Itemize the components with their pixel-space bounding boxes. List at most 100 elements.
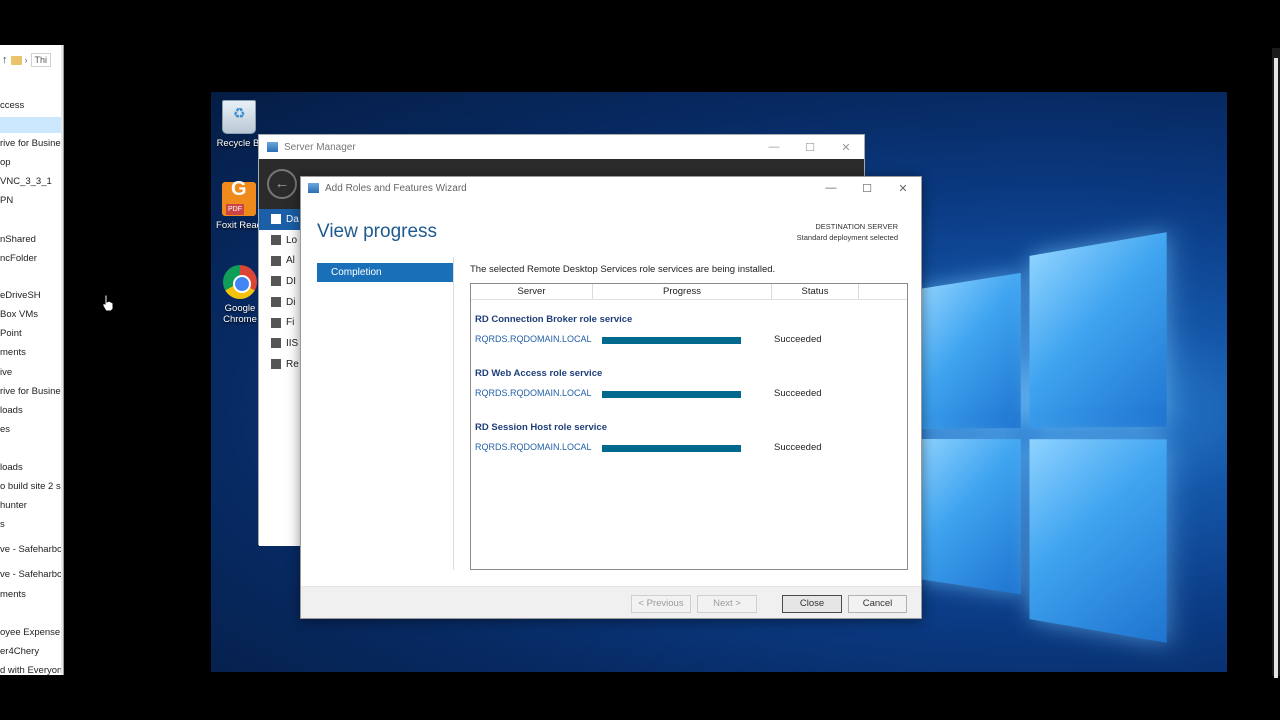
close-button[interactable]: Close bbox=[782, 595, 842, 613]
nav-pane-item[interactable]: PN bbox=[0, 193, 64, 209]
nav-pane-item[interactable]: d with Everyone bbox=[0, 663, 64, 675]
address-breadcrumb[interactable]: Thi bbox=[31, 53, 52, 67]
role-service-heading: RD Web Access role service bbox=[475, 368, 602, 379]
window-title: Server Manager bbox=[284, 142, 356, 153]
nav-pane-item[interactable]: er4Chery bbox=[0, 644, 64, 660]
sm-nav-item[interactable]: Lo bbox=[259, 230, 301, 251]
close-icon[interactable]: ✕ bbox=[828, 141, 864, 154]
wizard-footer: < Previous Next > Close Cancel bbox=[301, 586, 921, 618]
sm-nav-label: Re bbox=[286, 359, 299, 370]
sm-nav-label: Di bbox=[286, 297, 295, 308]
role-service-heading: RD Session Host role service bbox=[475, 422, 607, 433]
nav-pane-item[interactable]: ve - Safeharbou bbox=[0, 542, 64, 558]
column-header-status[interactable]: Status bbox=[772, 284, 859, 299]
server-group-icon bbox=[271, 297, 281, 307]
sm-nav-label: Lo bbox=[286, 235, 297, 246]
maximize-icon[interactable]: ☐ bbox=[849, 182, 885, 195]
progress-bar bbox=[602, 445, 741, 452]
destination-label: DESTINATION SERVER bbox=[797, 221, 898, 232]
cancel-button[interactable]: Cancel bbox=[848, 595, 907, 613]
nav-pane-item[interactable]: nShared bbox=[0, 232, 64, 248]
sm-nav-item[interactable]: Re bbox=[259, 354, 301, 375]
sm-nav-item[interactable]: DI bbox=[259, 271, 301, 292]
progress-bar-fill bbox=[602, 337, 741, 344]
column-header-progress[interactable]: Progress bbox=[593, 284, 772, 299]
progress-bar bbox=[602, 337, 741, 344]
server-group-icon bbox=[271, 276, 281, 286]
nav-pane-item[interactable]: hunter bbox=[0, 498, 64, 514]
nav-pane-item[interactable]: ve - Safeharbou bbox=[0, 567, 64, 583]
nav-pane-item[interactable]: s bbox=[0, 517, 64, 533]
nav-pane-item[interactable]: Point bbox=[0, 326, 64, 342]
install-message: The selected Remote Desktop Services rol… bbox=[470, 264, 775, 275]
address-bar[interactable]: ↑ › Thi bbox=[0, 45, 63, 75]
right-edge-window bbox=[1272, 48, 1280, 676]
dashboard-icon bbox=[271, 214, 281, 224]
nav-pane-item[interactable]: o build site 2 si bbox=[0, 479, 64, 495]
nav-pane-item[interactable]: ive bbox=[0, 365, 64, 381]
wizard-app-icon bbox=[308, 183, 319, 193]
page-title: View progress bbox=[317, 221, 437, 243]
nav-pane-item[interactable]: ncFolder bbox=[0, 251, 64, 267]
sm-nav-item[interactable]: Fi bbox=[259, 312, 301, 333]
previous-button[interactable]: < Previous bbox=[631, 595, 691, 613]
chevron-right-icon: › bbox=[25, 55, 28, 65]
sm-nav-item[interactable]: IIS bbox=[259, 333, 301, 354]
up-arrow-icon[interactable]: ↑ bbox=[2, 54, 8, 66]
server-manager-titlebar: Server Manager — ☐ ✕ bbox=[259, 135, 864, 159]
server-manager-nav: Da Lo Al DI Di Fi IIS Re bbox=[259, 209, 301, 546]
nav-pane-item[interactable]: eDriveSH bbox=[0, 288, 64, 304]
foxit-reader-icon bbox=[222, 182, 256, 216]
nav-pane-item[interactable]: oyee Expense Fo bbox=[0, 625, 64, 641]
next-button[interactable]: Next > bbox=[697, 595, 757, 613]
nav-pane-item[interactable]: Box VMs bbox=[0, 307, 64, 323]
wizard-titlebar: Add Roles and Features Wizard — ☐ ✕ bbox=[301, 177, 921, 199]
sm-nav-item[interactable]: Da bbox=[259, 209, 301, 230]
server-name: RQRDS.RQDOMAIN.LOCAL bbox=[475, 334, 592, 344]
nav-pane-item[interactable]: op bbox=[0, 155, 64, 171]
iis-icon bbox=[271, 338, 281, 348]
grid-header: Server Progress Status bbox=[471, 284, 907, 300]
local-server-icon bbox=[271, 235, 281, 245]
maximize-icon[interactable]: ☐ bbox=[792, 141, 828, 154]
nav-pane-item[interactable]: ccess bbox=[0, 98, 64, 114]
nav-pane-item[interactable]: ments bbox=[0, 587, 64, 603]
progress-bar bbox=[602, 391, 741, 398]
sm-nav-label: Da bbox=[286, 214, 299, 225]
nav-pane-item[interactable]: es bbox=[0, 422, 64, 438]
minimize-icon[interactable]: — bbox=[756, 141, 792, 154]
progress-bar-fill bbox=[602, 391, 741, 398]
chrome-icon bbox=[223, 265, 257, 299]
hand-cursor-icon bbox=[101, 294, 115, 312]
nav-pane-item[interactable]: rive for Busines bbox=[0, 136, 64, 152]
destination-value: Standard deployment selected bbox=[797, 232, 898, 243]
sm-nav-label: Fi bbox=[286, 317, 294, 328]
sm-nav-item[interactable]: Di bbox=[259, 292, 301, 313]
nav-pane-item[interactable] bbox=[0, 117, 64, 133]
server-name: RQRDS.RQDOMAIN.LOCAL bbox=[475, 388, 592, 398]
scrollbar-thumb[interactable] bbox=[1274, 58, 1278, 678]
nav-pane-item[interactable]: loads bbox=[0, 403, 64, 419]
sm-nav-item[interactable]: Al bbox=[259, 250, 301, 271]
server-name: RQRDS.RQDOMAIN.LOCAL bbox=[475, 442, 592, 452]
close-icon[interactable]: ✕ bbox=[885, 182, 921, 195]
remote-desktop-icon bbox=[271, 359, 281, 369]
nav-pane-item[interactable]: VNC_3_3_1 bbox=[0, 174, 64, 190]
sm-nav-label: DI bbox=[286, 276, 296, 287]
status-text: Succeeded bbox=[774, 442, 822, 453]
window-title: Add Roles and Features Wizard bbox=[325, 183, 467, 194]
role-service-heading: RD Connection Broker role service bbox=[475, 314, 632, 325]
file-services-icon bbox=[271, 318, 281, 328]
destination-server-info: DESTINATION SERVER Standard deployment s… bbox=[797, 221, 898, 243]
back-arrow-icon[interactable]: ← bbox=[267, 169, 297, 199]
nav-pane-item[interactable]: loads bbox=[0, 460, 64, 476]
folder-icon bbox=[11, 56, 22, 65]
nav-pane-item[interactable]: rive for Busines bbox=[0, 384, 64, 400]
minimize-icon[interactable]: — bbox=[813, 182, 849, 195]
column-header-server[interactable]: Server bbox=[471, 284, 593, 299]
file-explorer-window: ↑ › Thi ccess rive for Busines op VNC_3_3_1… bbox=[0, 45, 64, 675]
explorer-scrollbar[interactable] bbox=[61, 45, 63, 675]
wizard-step-completion[interactable]: Completion bbox=[317, 263, 453, 282]
status-text: Succeeded bbox=[774, 334, 822, 345]
nav-pane-item[interactable]: ments bbox=[0, 345, 64, 361]
